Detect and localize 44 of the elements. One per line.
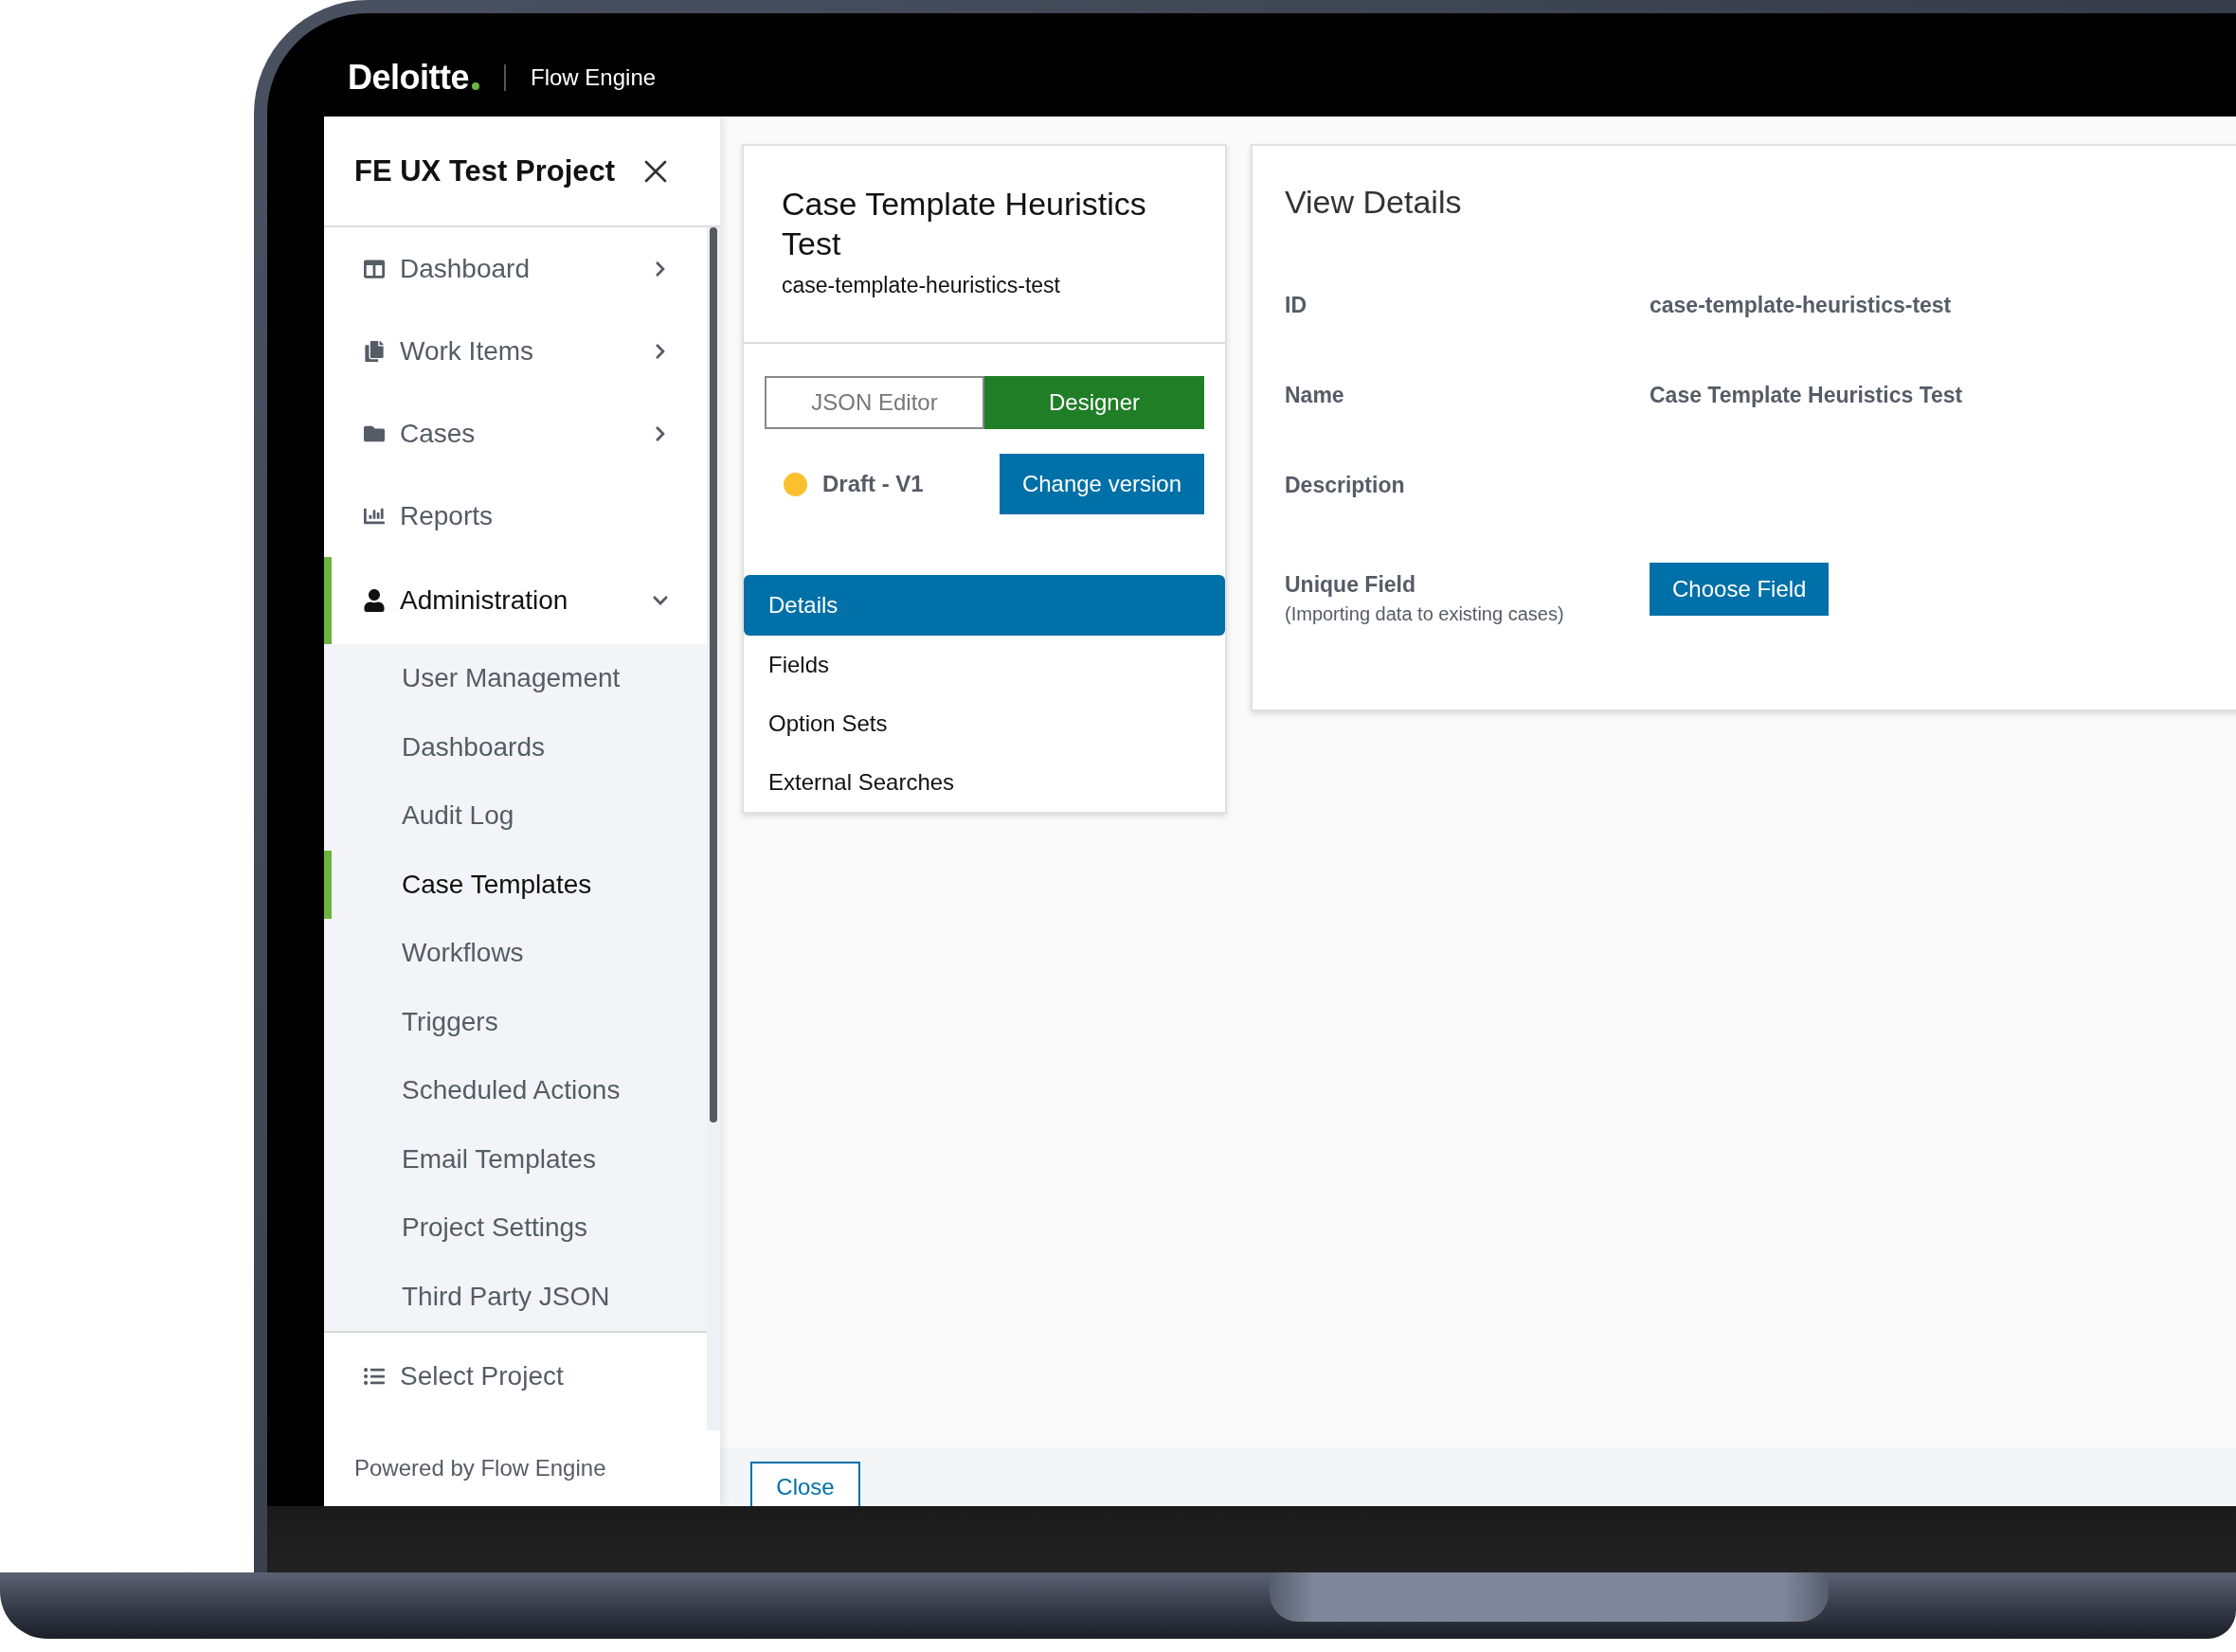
submenu-item[interactable]: Triggers (324, 987, 707, 1056)
submenu-item[interactable]: User Management (324, 644, 707, 713)
powered-by-text: Powered by Flow Engine (354, 1455, 606, 1481)
submenu-item[interactable]: Dashboards (324, 712, 707, 781)
nav-item[interactable]: Reports (324, 475, 707, 557)
mode-toggle-button[interactable]: JSON Editor (765, 376, 984, 429)
product-name: Flow Engine (531, 63, 657, 91)
choose-field-button[interactable]: Choose Field (1650, 563, 1830, 616)
columns-icon (364, 258, 385, 279)
submenu-item[interactable]: Project Settings (324, 1194, 707, 1263)
detail-value: Case Template Heuristics Test (1650, 383, 1964, 408)
close-button[interactable]: Close (750, 1462, 860, 1506)
logo-dot-icon (472, 81, 479, 90)
detail-label: ID (1285, 293, 1307, 318)
detail-label: Name (1285, 383, 1345, 408)
select-project-item[interactable]: Select Project (324, 1333, 707, 1420)
submenu-item[interactable]: Audit Log (324, 781, 707, 851)
list-icon (364, 1366, 385, 1387)
template-slug: case-template-heuristics-test (782, 273, 1061, 298)
status-label: Draft - V1 (822, 471, 924, 497)
details-title: View Details (1285, 184, 1463, 221)
section-tab[interactable]: Option Sets (744, 694, 1225, 753)
submenu-item[interactable]: Scheduled Actions (324, 1056, 707, 1125)
logo: Deloitte (348, 57, 469, 98)
section-tab[interactable]: External Searches (744, 753, 1225, 812)
change-version-button[interactable]: Change version (999, 454, 1204, 514)
submenu-item[interactable]: Workflows (324, 919, 707, 988)
nav-item[interactable]: Cases (324, 392, 707, 475)
detail-hint: (Importing data to existing cases) (1285, 603, 1565, 625)
submenu-item[interactable]: Email Templates (324, 1124, 707, 1194)
mode-toggle-button[interactable]: Designer (984, 376, 1204, 429)
detail-label: Unique Field (1285, 572, 1416, 598)
submenu-item[interactable]: Third Party JSON (324, 1262, 707, 1331)
documents-icon (364, 340, 385, 362)
section-tab[interactable]: Details (744, 575, 1225, 636)
detail-value: case-template-heuristics-test (1650, 293, 1953, 318)
template-title: Case Template Heuristics Test (782, 185, 1147, 263)
user-icon (363, 589, 386, 612)
section-tab[interactable]: Fields (744, 636, 1225, 694)
nav-item[interactable]: Work Items (324, 310, 707, 392)
nav-item[interactable]: Dashboard (324, 227, 707, 310)
project-title: FE UX Test Project (354, 153, 616, 189)
scrollbar-thumb[interactable] (710, 227, 717, 1122)
detail-label: Description (1285, 473, 1406, 498)
